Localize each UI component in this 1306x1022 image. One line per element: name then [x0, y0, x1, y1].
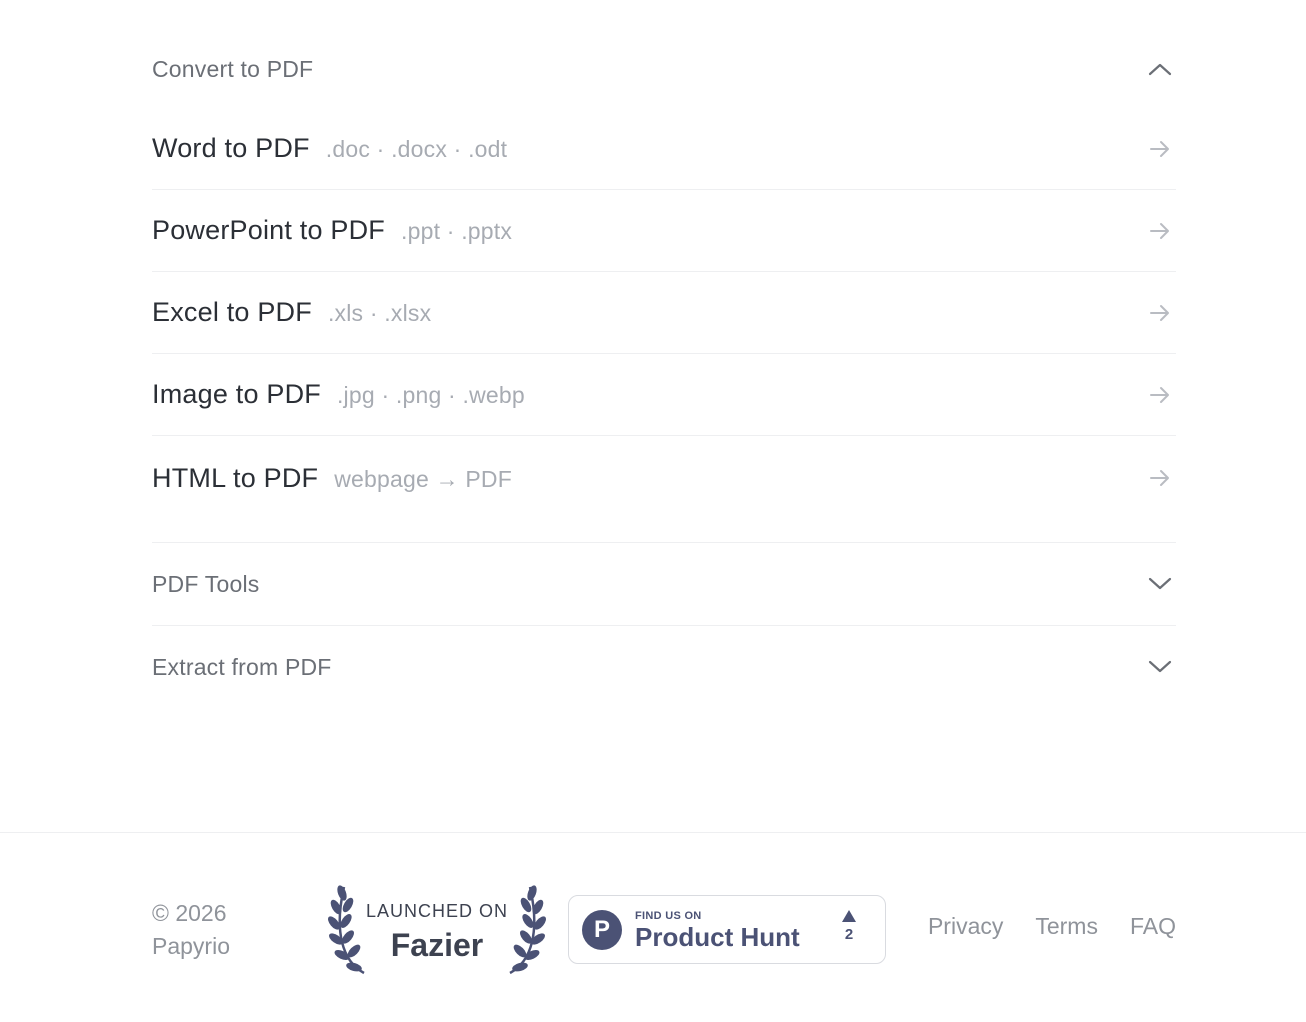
upvote-triangle-icon — [842, 910, 856, 922]
footer-links: Privacy Terms FAQ — [928, 913, 1176, 940]
tool-row-powerpoint-to-pdf[interactable]: PowerPoint to PDF .ppt · .pptx — [152, 190, 1176, 272]
fazier-launch-badge[interactable]: LAUNCHED ON Fazier — [328, 881, 546, 977]
tool-name: Excel to PDF — [152, 297, 312, 327]
tool-extensions: webpage → PDF — [334, 465, 512, 492]
arrow-right-icon — [1146, 217, 1174, 245]
section-title: Convert to PDF — [152, 55, 314, 82]
tool-row-excel-to-pdf[interactable]: Excel to PDF .xls · .xlsx — [152, 272, 1176, 354]
section-convert-to-pdf-header[interactable]: Convert to PDF — [152, 28, 1176, 110]
arrow-right-icon — [1146, 464, 1174, 492]
footer: © 2026 Papyrio LAUNCHED ON Fazier P FIND… — [0, 832, 1306, 1022]
product-hunt-name: Product Hunt — [635, 922, 800, 952]
arrow-right-icon — [1146, 299, 1174, 327]
tool-extensions: .xls · .xlsx — [327, 300, 432, 326]
fazier-launched-label: LAUNCHED ON — [365, 901, 509, 921]
product-hunt-logo-icon: P — [582, 910, 622, 950]
copyright: © 2026 Papyrio — [152, 897, 230, 963]
tool-extensions: .doc · .docx · .odt — [325, 136, 508, 162]
fazier-brand: Fazier — [390, 927, 484, 963]
chevron-up-icon — [1146, 55, 1174, 83]
section-extract-from-pdf-header[interactable]: Extract from PDF — [152, 626, 1176, 708]
tool-row-image-to-pdf[interactable]: Image to PDF .jpg · .png · .webp — [152, 354, 1176, 436]
tool-row-word-to-pdf[interactable]: Word to PDF .doc · .docx · .odt — [152, 108, 1176, 190]
tool-extensions: .ppt · .pptx — [401, 218, 513, 244]
tool-name: HTML to PDF — [152, 462, 319, 493]
product-hunt-small-label: FIND US ON — [635, 910, 702, 922]
tool-name: Word to PDF — [152, 133, 310, 163]
product-hunt-badge[interactable]: P FIND US ON Product Hunt 2 — [568, 895, 886, 964]
chevron-down-icon — [1146, 653, 1174, 681]
faq-link[interactable]: FAQ — [1130, 913, 1176, 940]
convert-tools-list: Word to PDF .doc · .docx · .odt PowerPoi… — [152, 108, 1176, 520]
privacy-link[interactable]: Privacy — [928, 913, 1003, 940]
section-title: Extract from PDF — [152, 653, 332, 680]
terms-link[interactable]: Terms — [1035, 913, 1098, 940]
product-hunt-votes: 2 — [837, 910, 861, 943]
vote-count: 2 — [844, 926, 854, 943]
arrow-right-icon — [1146, 135, 1174, 163]
copyright-year: © 2026 — [152, 900, 227, 926]
tool-row-html-to-pdf[interactable]: HTML to PDF webpage → PDF — [152, 436, 1176, 520]
tool-name: Image to PDF — [152, 379, 321, 409]
tool-name: PowerPoint to PDF — [152, 215, 385, 245]
tool-menu: Convert to PDF Word to PDF .doc · .docx … — [152, 0, 1176, 708]
chevron-down-icon — [1146, 570, 1174, 598]
section-title: PDF Tools — [152, 570, 260, 597]
arrow-right-icon — [1146, 381, 1174, 409]
section-pdf-tools-header[interactable]: PDF Tools — [152, 543, 1176, 625]
copyright-owner: Papyrio — [152, 933, 230, 959]
tool-extensions: .jpg · .png · .webp — [336, 382, 525, 408]
